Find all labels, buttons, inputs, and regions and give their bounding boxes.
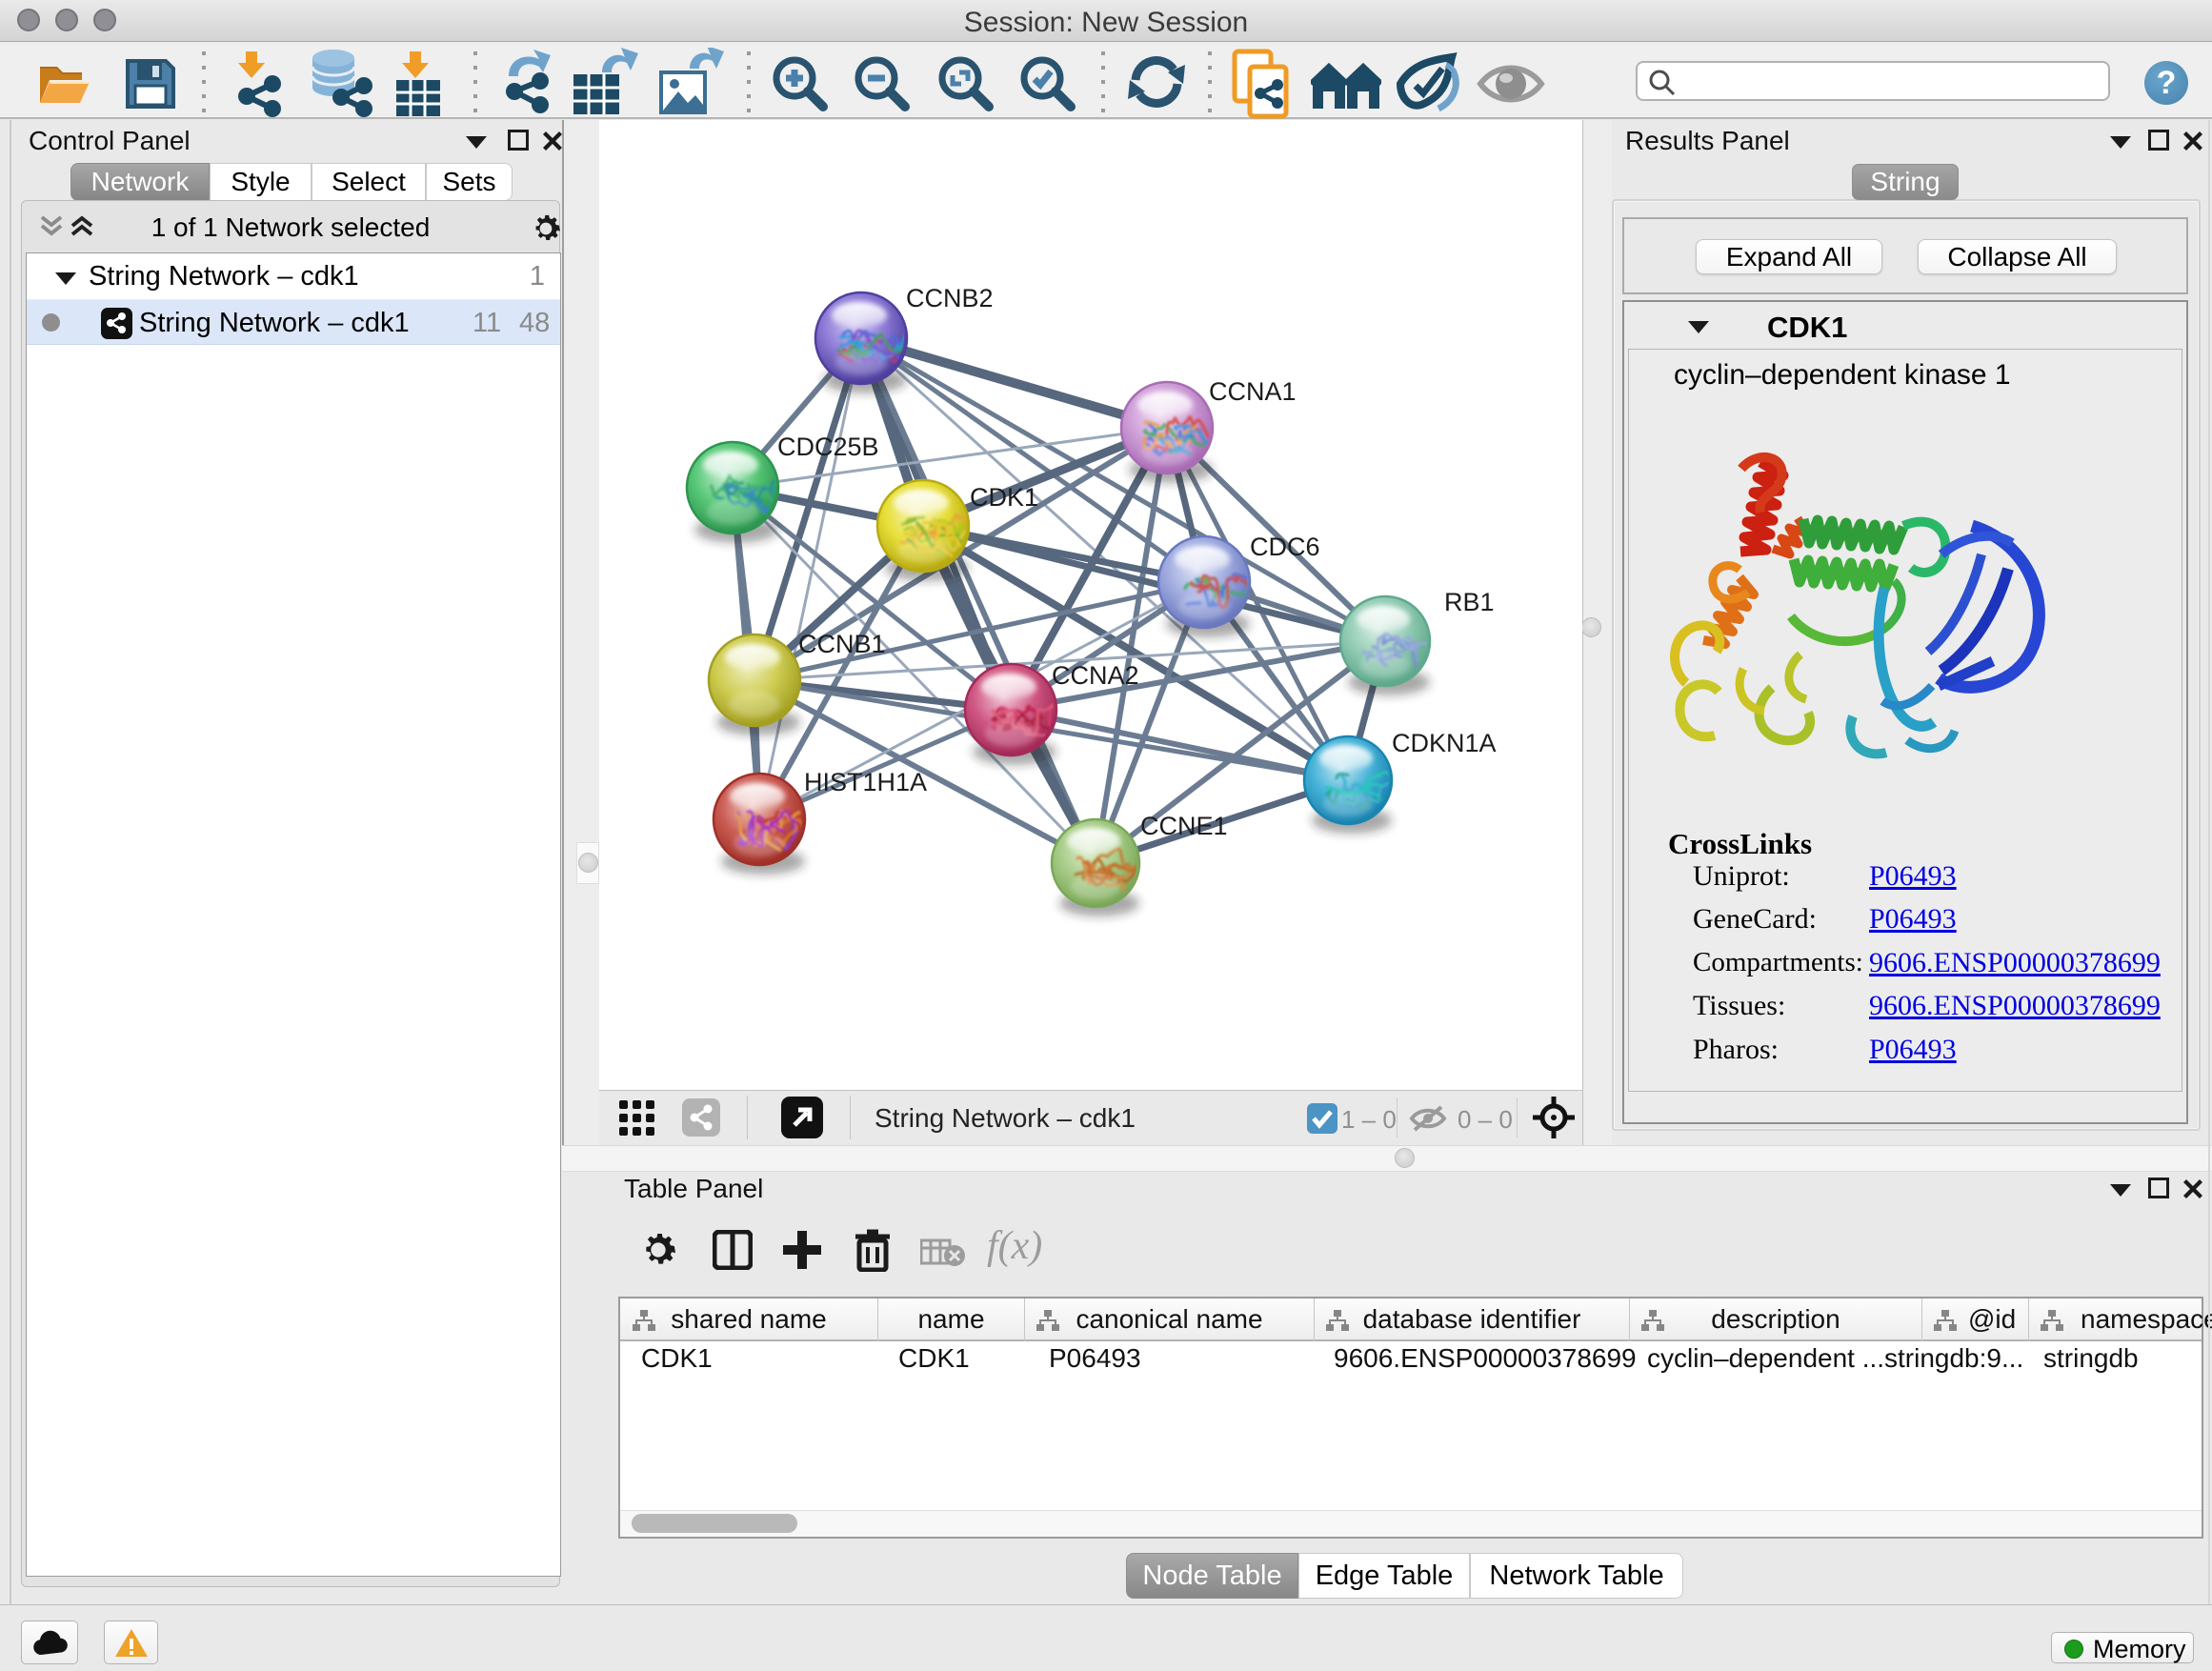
svg-text:CDKN1A: CDKN1A xyxy=(1392,729,1497,757)
svg-text:CCNA2: CCNA2 xyxy=(1052,661,1139,690)
svg-text:CCNE1: CCNE1 xyxy=(1140,812,1228,840)
svg-text:CCNB1: CCNB1 xyxy=(798,630,886,658)
svg-text:CCNA1: CCNA1 xyxy=(1209,377,1297,406)
svg-text:CDK1: CDK1 xyxy=(970,483,1038,512)
svg-text:RB1: RB1 xyxy=(1444,588,1495,616)
svg-text:HIST1H1A: HIST1H1A xyxy=(804,768,927,796)
svg-text:CCNB2: CCNB2 xyxy=(906,284,994,312)
svg-text:CDC25B: CDC25B xyxy=(777,433,879,461)
svg-text:CDC6: CDC6 xyxy=(1250,533,1320,561)
